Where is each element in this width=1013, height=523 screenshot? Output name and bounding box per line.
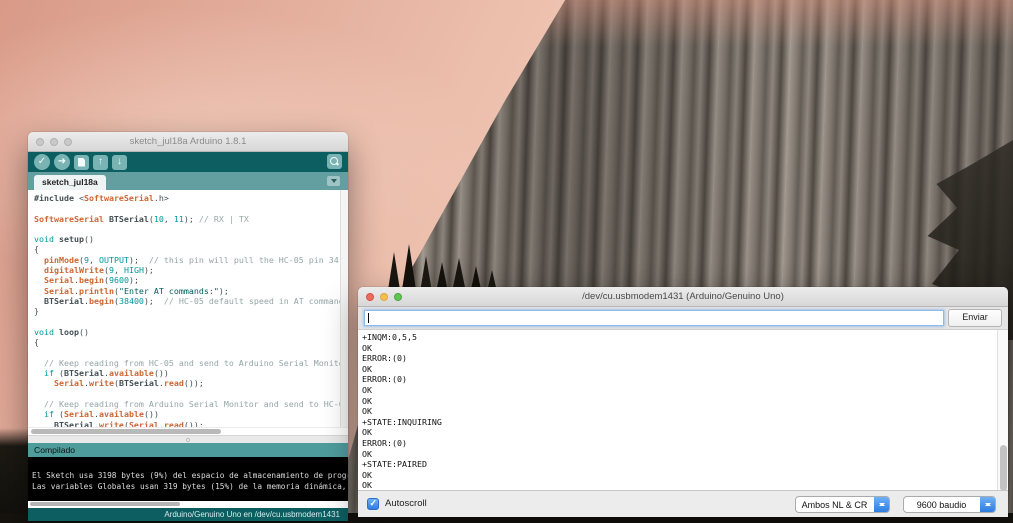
code-line: SoftwareSerial BTSerial(10, 11); // RX |… [34, 213, 249, 224]
code-line: if (Serial.available()) [44, 409, 159, 420]
wallpaper-tree [388, 252, 400, 290]
ide-tabbar: sketch_jul18a [28, 172, 348, 190]
serial-line: ERROR:(0) [362, 353, 407, 364]
code-line: #include <SoftwareSerial.h> [34, 193, 169, 203]
console-horizontal-scrollbar[interactable] [28, 501, 348, 508]
serial-window-title: /dev/cu.usbmodem1431 (Arduino/Genuino Un… [582, 291, 784, 302]
serial-monitor-window: /dev/cu.usbmodem1431 (Arduino/Genuino Un… [358, 287, 1008, 517]
ide-titlebar[interactable]: sketch_jul18a Arduino 1.8.1 [28, 132, 348, 152]
stepper-arrows-icon [874, 497, 889, 512]
serial-line: OK [362, 384, 372, 395]
serial-line: OK [362, 395, 372, 406]
serial-monitor-button[interactable] [327, 154, 342, 169]
send-button[interactable]: Enviar [948, 309, 1002, 327]
desktop: sketch_jul18a Arduino 1.8.1 ✓ ➜ ↑ ↓ sket… [0, 0, 1013, 523]
ide-window-title: sketch_jul18a Arduino 1.8.1 [129, 136, 247, 147]
serial-vertical-scrollbar[interactable] [997, 330, 1008, 490]
serial-bottom-bar: Autoscroll Ambos NL & CR 9600 baudio [358, 490, 1008, 517]
tab-menu-button[interactable] [327, 176, 340, 186]
baud-rate-select[interactable]: 9600 baudio [903, 496, 996, 513]
open-button[interactable]: ↑ [93, 154, 108, 170]
serial-line: OK [362, 469, 372, 480]
code-line: BTSerial.begin(38400); // HC-05 default … [44, 295, 344, 306]
baud-rate-value: 9600 baudio [916, 500, 967, 510]
upload-button[interactable]: ➜ [54, 154, 70, 170]
serial-line: OK [362, 406, 372, 417]
new-sketch-button[interactable] [74, 154, 89, 170]
serial-command-input[interactable] [364, 310, 944, 326]
code-line: { [34, 244, 39, 255]
serial-line: OK [362, 448, 372, 459]
save-icon: ↓ [117, 156, 122, 167]
verify-icon: ✓ [37, 156, 47, 167]
code-line: Serial.begin(9600); [44, 275, 139, 286]
ide-toolbar: ✓ ➜ ↑ ↓ [28, 152, 348, 172]
scrollbar-thumb[interactable] [31, 429, 221, 434]
code-line: if (BTSerial.available()) [44, 368, 169, 379]
serial-line: +STATE:PAIRED [362, 459, 427, 470]
compiler-console: El Sketch usa 3198 bytes (9%) del espaci… [28, 457, 348, 501]
text-caret [368, 313, 369, 323]
open-icon: ↑ [98, 156, 103, 167]
code-line: Serial.write(BTSerial.read()); [53, 378, 204, 389]
serial-line: +STATE:INQUIRING [362, 416, 442, 427]
serial-input-row: Enviar [358, 307, 1008, 329]
code-line: digitalWrite(9, HIGH); [44, 265, 154, 276]
editor-console-divider[interactable] [28, 435, 348, 443]
code-vertical-scrollbar[interactable] [340, 190, 348, 427]
code-line: // Keep reading from HC-05 and send to A… [44, 357, 348, 368]
scrollbar-thumb[interactable] [1000, 445, 1007, 490]
wallpaper-tree [402, 244, 416, 290]
line-ending-select[interactable]: Ambos NL & CR [795, 496, 890, 513]
serial-titlebar[interactable]: /dev/cu.usbmodem1431 (Arduino/Genuino Un… [358, 287, 1008, 307]
autoscroll-label: Autoscroll [385, 498, 427, 509]
code-editor[interactable]: #include <SoftwareSerial.h> SoftwareSeri… [28, 190, 348, 427]
scrollbar-thumb[interactable] [30, 502, 180, 506]
save-button[interactable]: ↓ [112, 154, 127, 170]
autoscroll-checkbox[interactable] [367, 498, 379, 510]
arduino-ide-window: sketch_jul18a Arduino 1.8.1 ✓ ➜ ↑ ↓ sket… [28, 132, 348, 521]
serial-monitor-icon [330, 157, 339, 166]
code-line: Serial.println("Enter AT commands:"); [44, 285, 229, 296]
verify-button[interactable]: ✓ [34, 154, 50, 170]
code-line: { [34, 337, 39, 348]
code-line: void setup() [34, 234, 94, 245]
serial-line: ERROR:(0) [362, 374, 407, 385]
code-line: // Keep reading from Arduino Serial Moni… [44, 398, 348, 409]
serial-line: OK [362, 363, 372, 374]
serial-line: OK [362, 342, 372, 353]
wallpaper-trees-left [0, 428, 30, 523]
compile-status-bar: Compilado [28, 443, 348, 457]
serial-line: +INQM:0,5,5 [362, 332, 417, 342]
line-ending-value: Ambos NL & CR [801, 500, 868, 510]
serial-line: OK [362, 480, 372, 490]
console-line: El Sketch usa 3198 bytes (9%) del espaci… [32, 471, 348, 480]
serial-output-area: +INQM:0,5,5 OK ERROR:(0) OK ERROR:(0) OK OK OK +… [358, 329, 1008, 490]
code-line: void loop() [34, 326, 89, 337]
code-line: BTSerial.write(Serial.read()); [53, 419, 204, 427]
upload-icon: ➜ [57, 156, 67, 167]
code-line: } [34, 306, 39, 317]
serial-line: OK [362, 427, 372, 438]
console-line: Las variables Globales usan 319 bytes (1… [32, 482, 348, 491]
serial-line: ERROR:(0) [362, 437, 407, 448]
tab-sketch[interactable]: sketch_jul18a [34, 175, 106, 190]
board-port-status: Arduino/Genuino Uno en /dev/cu.usbmodem1… [28, 508, 348, 521]
code-line: pinMode(9, OUTPUT); // this pin will pul… [44, 254, 348, 265]
stepper-arrows-icon [980, 497, 995, 512]
code-horizontal-scrollbar[interactable] [28, 427, 348, 435]
new-sketch-icon [78, 157, 85, 167]
